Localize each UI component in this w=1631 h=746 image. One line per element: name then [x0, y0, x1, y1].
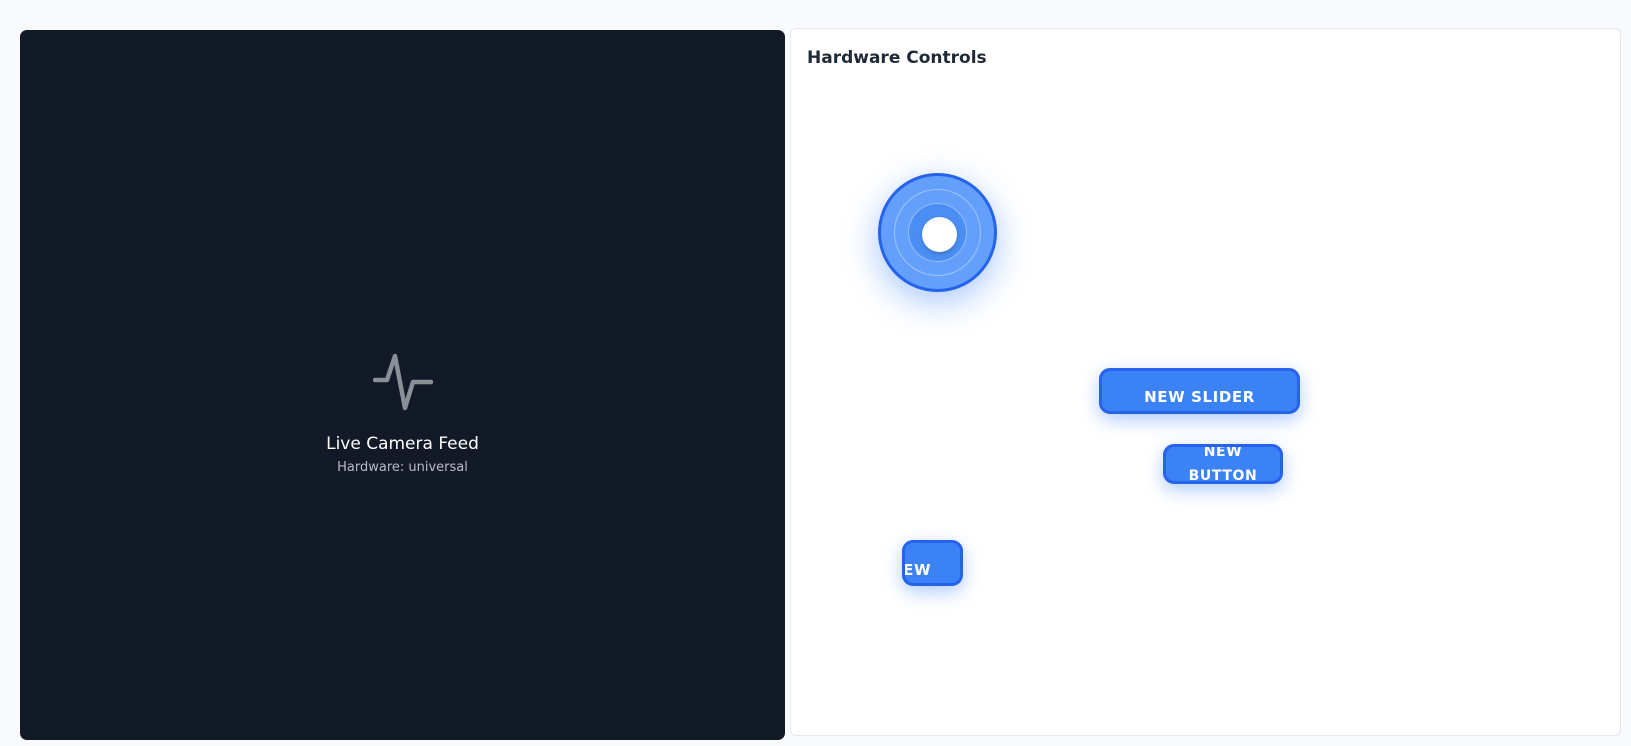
new-slider-control[interactable]: NEW SLIDER — [1099, 368, 1300, 414]
camera-title: Live Camera Feed — [326, 434, 479, 454]
controls-title: Hardware Controls — [807, 48, 987, 68]
new-small-control-label: NEW — [903, 560, 932, 579]
new-small-control[interactable]: NEW — [902, 540, 963, 586]
hardware-label: Hardware: universal — [337, 460, 468, 475]
joystick-control[interactable] — [878, 173, 997, 292]
hardware-controls-panel: Hardware Controls NEW SLIDER NEW BUTTON … — [790, 28, 1621, 736]
joystick-knob[interactable] — [922, 217, 957, 252]
camera-placeholder: Live Camera Feed Hardware: universal — [20, 352, 785, 476]
pulse-icon — [372, 353, 433, 411]
camera-feed-panel: Live Camera Feed Hardware: universal — [20, 30, 785, 740]
new-button-control[interactable]: NEW BUTTON — [1163, 444, 1283, 484]
